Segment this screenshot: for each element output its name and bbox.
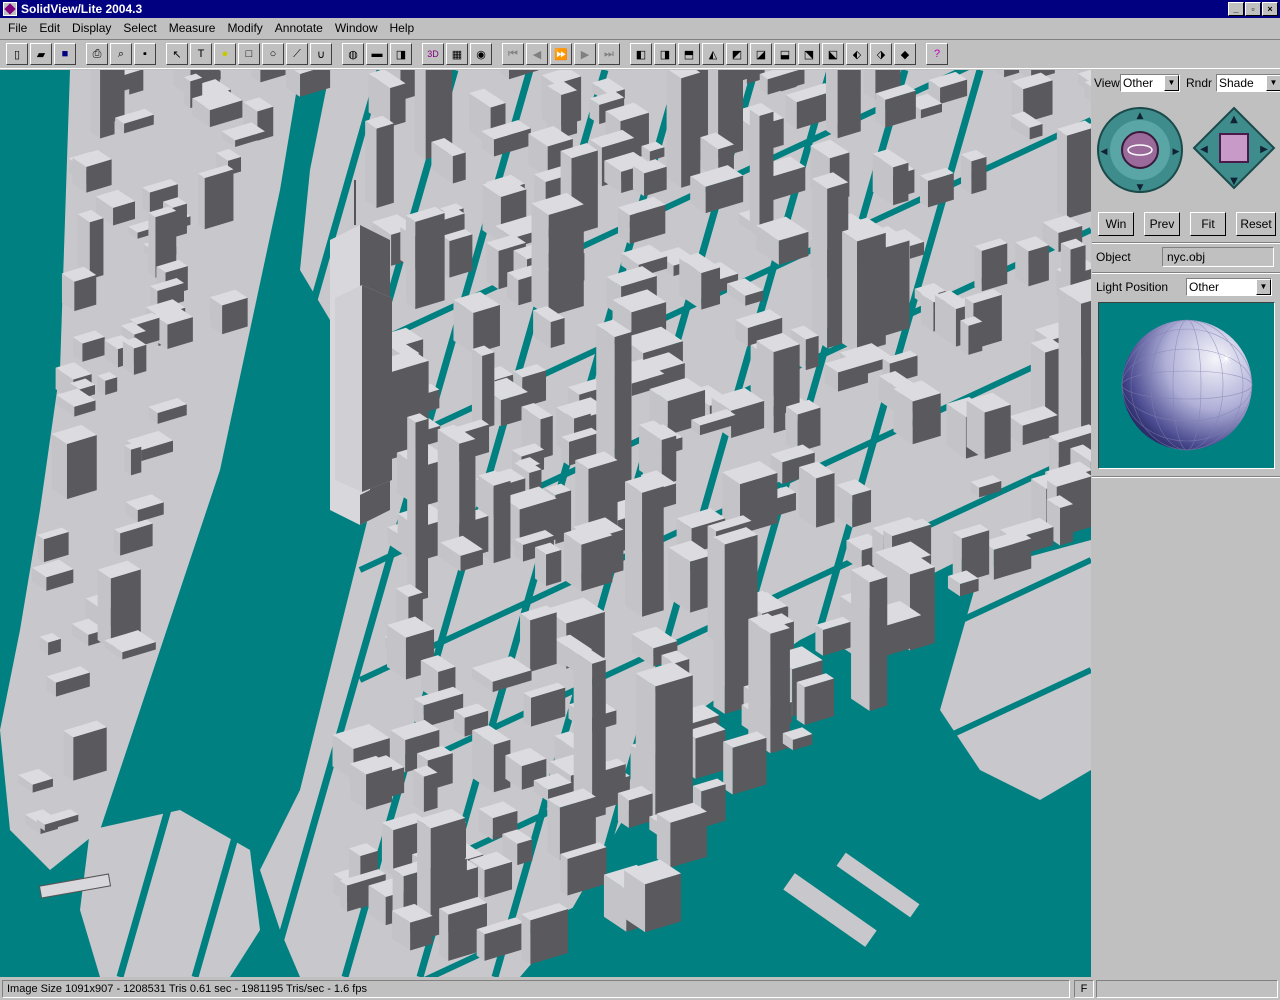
view-row: View Other ▼ Rndr Shade ▼ bbox=[1094, 74, 1280, 92]
view-iso-2-icon[interactable]: ⬔ bbox=[798, 43, 820, 65]
view-front-icon[interactable]: ◧ bbox=[630, 43, 652, 65]
prev-button[interactable]: Prev bbox=[1144, 212, 1180, 236]
print-preview-icon[interactable]: ⌕ bbox=[110, 43, 132, 65]
view-right-icon[interactable]: ◪ bbox=[750, 43, 772, 65]
title-bar: SolidView/Lite 2004.3 _ ▫ × bbox=[0, 0, 1280, 18]
svg-text:▲: ▲ bbox=[1230, 114, 1238, 125]
light-row: Light Position Other ▼ bbox=[1096, 278, 1272, 296]
step-forward-icon[interactable]: ▶ bbox=[574, 43, 596, 65]
object-field: nyc.obj bbox=[1162, 247, 1274, 267]
object-row: Object nyc.obj bbox=[1096, 247, 1274, 267]
view-select[interactable]: Other ▼ bbox=[1120, 74, 1180, 92]
step-back-icon[interactable]: ◀ bbox=[526, 43, 548, 65]
divider bbox=[1092, 242, 1280, 244]
menu-select[interactable]: Select bbox=[117, 21, 162, 35]
chevron-down-icon[interactable]: ▼ bbox=[1256, 279, 1271, 295]
menu-edit[interactable]: Edit bbox=[33, 21, 66, 35]
rectangle-icon[interactable]: □ bbox=[238, 43, 260, 65]
play-fast-icon[interactable]: ⏩ bbox=[550, 43, 572, 65]
view-top-icon[interactable]: ⬒ bbox=[678, 43, 700, 65]
view-iso-4-icon[interactable]: ⬖ bbox=[846, 43, 868, 65]
menu-help[interactable]: Help bbox=[384, 21, 421, 35]
view-iso-5-icon[interactable]: ⬗ bbox=[870, 43, 892, 65]
rotate-dial-control[interactable]: ▲ ▼ ◀ ▶ bbox=[1096, 106, 1184, 194]
menu-bar: File Edit Display Select Measure Modify … bbox=[0, 18, 1280, 38]
menu-display[interactable]: Display bbox=[66, 21, 117, 35]
win-button[interactable]: Win bbox=[1098, 212, 1134, 236]
svg-text:◀: ◀ bbox=[1200, 144, 1208, 155]
open-folder-icon[interactable]: ▰ bbox=[30, 43, 52, 65]
svg-text:▶: ▶ bbox=[1260, 144, 1268, 155]
menu-window[interactable]: Window bbox=[329, 21, 384, 35]
to-end-icon[interactable]: ⏭ bbox=[598, 43, 620, 65]
status-mode: F bbox=[1074, 980, 1094, 998]
minimize-button[interactable]: _ bbox=[1228, 2, 1244, 16]
text-tool-icon[interactable]: T bbox=[190, 43, 212, 65]
view-back-icon[interactable]: ◨ bbox=[654, 43, 676, 65]
view-label: View bbox=[1094, 76, 1120, 90]
new-file-icon[interactable]: ▯ bbox=[6, 43, 28, 65]
pier-2 bbox=[836, 852, 920, 918]
rndr-label: Rndr bbox=[1186, 76, 1213, 90]
note-icon[interactable]: ● bbox=[214, 43, 236, 65]
view-left-icon[interactable]: ◩ bbox=[726, 43, 748, 65]
light-position-select[interactable]: Other ▼ bbox=[1186, 278, 1272, 296]
svg-text:▶: ▶ bbox=[1173, 147, 1180, 157]
control-panel: View Other ▼ Rndr Shade ▼ ▲ ▼ ◀ ▶ ▲ ▼ ◀ … bbox=[1092, 70, 1280, 977]
3d-view-icon[interactable]: 3D bbox=[422, 43, 444, 65]
view-bottom-icon[interactable]: ◭ bbox=[702, 43, 724, 65]
chevron-down-icon[interactable]: ▼ bbox=[1266, 75, 1280, 91]
blank-tool-icon[interactable]: ▪ bbox=[134, 43, 156, 65]
window-title: SolidView/Lite 2004.3 bbox=[21, 2, 143, 16]
menu-modify[interactable]: Modify bbox=[221, 21, 268, 35]
city-model-render[interactable] bbox=[0, 70, 1091, 977]
toolbar: ▯ ▰ ■ ⎙ ⌕ ▪ ↖ T ● □ ○ ⟋ ∪ ◍ ▬ ◨ 3D ▦ ◉ ⏮ ◀ ⏩ ▶ ⏭ ◧ ◨ ⬒ ◭ ◩ ◪ ⬓ ⬔ ⬕ ⬖ ⬗ ◆? bbox=[0, 39, 1280, 69]
status-bar: Image Size 1091x907 - 1208531 Tris 0.61 … bbox=[0, 978, 1280, 1000]
svg-text:▲: ▲ bbox=[1137, 111, 1144, 121]
fit-button[interactable]: Fit bbox=[1190, 212, 1226, 236]
status-extra bbox=[1096, 980, 1278, 998]
save-icon[interactable]: ■ bbox=[54, 43, 76, 65]
film-strip-icon[interactable]: ▦ bbox=[446, 43, 468, 65]
divider bbox=[1092, 272, 1280, 274]
reset-button[interactable]: Reset bbox=[1236, 212, 1276, 236]
svg-text:▼: ▼ bbox=[1230, 176, 1238, 187]
status-text: Image Size 1091x907 - 1208531 Tris 0.61 … bbox=[2, 980, 1070, 998]
view-iso-3-icon[interactable]: ⬕ bbox=[822, 43, 844, 65]
rewind-icon[interactable]: ⏮ bbox=[502, 43, 524, 65]
divider bbox=[1092, 476, 1280, 478]
select-arrow-icon[interactable]: ↖ bbox=[166, 43, 188, 65]
render-select[interactable]: Shade ▼ bbox=[1216, 74, 1280, 92]
shape-grey-2-icon[interactable]: ◨ bbox=[390, 43, 412, 65]
line-icon[interactable]: ⟋ bbox=[286, 43, 308, 65]
menu-annotate[interactable]: Annotate bbox=[269, 21, 329, 35]
light-position-preview[interactable]: ✳ bbox=[1098, 302, 1275, 469]
close-button[interactable]: × bbox=[1262, 2, 1278, 16]
pier-1 bbox=[783, 873, 877, 947]
light-star-icon: ✳ bbox=[1220, 352, 1232, 368]
view-iso-6-icon[interactable]: ◆ bbox=[894, 43, 916, 65]
ellipse-icon[interactable]: ○ bbox=[262, 43, 284, 65]
3d-viewport[interactable] bbox=[0, 70, 1091, 977]
menu-measure[interactable]: Measure bbox=[163, 21, 222, 35]
arc-icon[interactable]: ∪ bbox=[310, 43, 332, 65]
light-sphere[interactable]: ✳ bbox=[1099, 303, 1274, 468]
restore-button[interactable]: ▫ bbox=[1245, 2, 1261, 16]
svg-text:▼: ▼ bbox=[1137, 183, 1144, 193]
view-iso-1-icon[interactable]: ⬓ bbox=[774, 43, 796, 65]
svg-text:◀: ◀ bbox=[1101, 147, 1108, 157]
shape-grey-icon[interactable]: ▬ bbox=[366, 43, 388, 65]
menu-file[interactable]: File bbox=[2, 21, 33, 35]
app-icon[interactable] bbox=[3, 2, 17, 16]
help-icon[interactable]: ? bbox=[926, 43, 948, 65]
chevron-down-icon[interactable]: ▼ bbox=[1164, 75, 1179, 91]
camera-icon[interactable]: ◉ bbox=[470, 43, 492, 65]
print-icon[interactable]: ⎙ bbox=[86, 43, 108, 65]
pan-pad-control[interactable]: ▲ ▼ ◀ ▶ bbox=[1192, 106, 1276, 190]
object-label: Object bbox=[1096, 250, 1131, 264]
light-position-label: Light Position bbox=[1096, 280, 1169, 294]
globe-icon[interactable]: ◍ bbox=[342, 43, 364, 65]
